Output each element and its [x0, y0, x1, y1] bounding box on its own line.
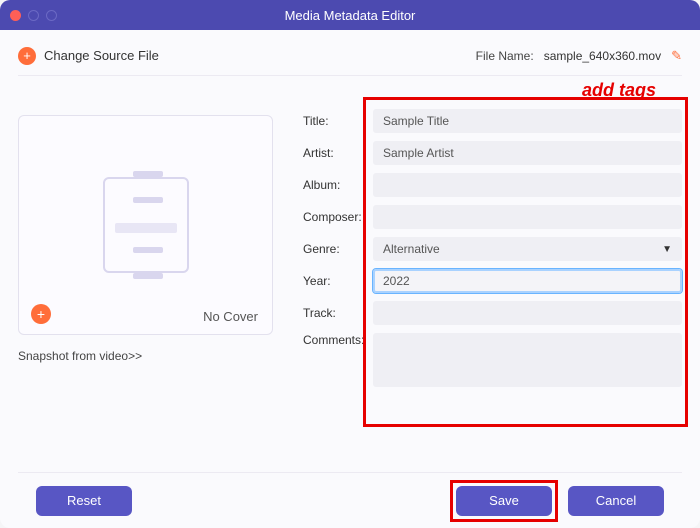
window: Media Metadata Editor + Change Source Fi… [0, 0, 700, 528]
label-title: Title: [303, 114, 373, 128]
chevron-down-icon: ▼ [662, 244, 672, 255]
change-source-button[interactable]: + Change Source File [18, 47, 159, 65]
metadata-form: Title: Artist: Album: Composer: [303, 103, 682, 468]
add-cover-button[interactable]: + [31, 304, 51, 324]
top-row: + Change Source File File Name: sample_6… [18, 42, 682, 76]
composer-input[interactable] [373, 205, 682, 229]
label-artist: Artist: [303, 146, 373, 160]
window-title: Media Metadata Editor [0, 8, 700, 23]
reset-button[interactable]: Reset [36, 486, 132, 516]
file-name-value: sample_640x360.mov [544, 49, 661, 63]
titlebar: Media Metadata Editor [0, 0, 700, 30]
row-album: Album: [303, 173, 682, 197]
file-name-row: File Name: sample_640x360.mov ✎ [476, 48, 682, 64]
content-area: + Change Source File File Name: sample_6… [0, 30, 700, 528]
label-album: Album: [303, 178, 373, 192]
track-input[interactable] [373, 301, 682, 325]
save-button[interactable]: Save [456, 486, 552, 516]
row-title: Title: [303, 109, 682, 133]
cover-placeholder-icon [103, 177, 189, 273]
row-composer: Composer: [303, 205, 682, 229]
title-input[interactable] [373, 109, 682, 133]
no-cover-label: No Cover [203, 309, 258, 324]
label-year: Year: [303, 274, 373, 288]
label-track: Track: [303, 306, 373, 320]
edit-filename-icon[interactable]: ✎ [671, 48, 682, 64]
main-area: + No Cover Snapshot from video>> Title: … [18, 103, 682, 468]
row-year: Year: [303, 269, 682, 293]
comments-input[interactable] [373, 333, 682, 387]
row-genre: Genre: Alternative ▼ [303, 237, 682, 261]
row-artist: Artist: [303, 141, 682, 165]
change-source-label: Change Source File [44, 48, 159, 63]
bottom-bar: Reset Save Cancel [18, 472, 682, 528]
snapshot-from-video-link[interactable]: Snapshot from video>> [18, 349, 273, 363]
annotation-add-tags: add tags [18, 80, 656, 101]
row-track: Track: [303, 301, 682, 325]
plus-icon: + [18, 47, 36, 65]
cover-preview: + No Cover [18, 115, 273, 335]
cancel-button[interactable]: Cancel [568, 486, 664, 516]
label-composer: Composer: [303, 210, 373, 224]
label-comments: Comments: [303, 333, 373, 347]
label-genre: Genre: [303, 242, 373, 256]
genre-value: Alternative [383, 242, 440, 256]
album-input[interactable] [373, 173, 682, 197]
genre-select[interactable]: Alternative ▼ [373, 237, 682, 261]
row-comments: Comments: [303, 333, 682, 392]
year-input[interactable] [373, 269, 682, 293]
artist-input[interactable] [373, 141, 682, 165]
right-buttons: Save Cancel [456, 486, 664, 516]
file-name-label: File Name: [476, 49, 534, 63]
cover-column: + No Cover Snapshot from video>> [18, 103, 273, 468]
